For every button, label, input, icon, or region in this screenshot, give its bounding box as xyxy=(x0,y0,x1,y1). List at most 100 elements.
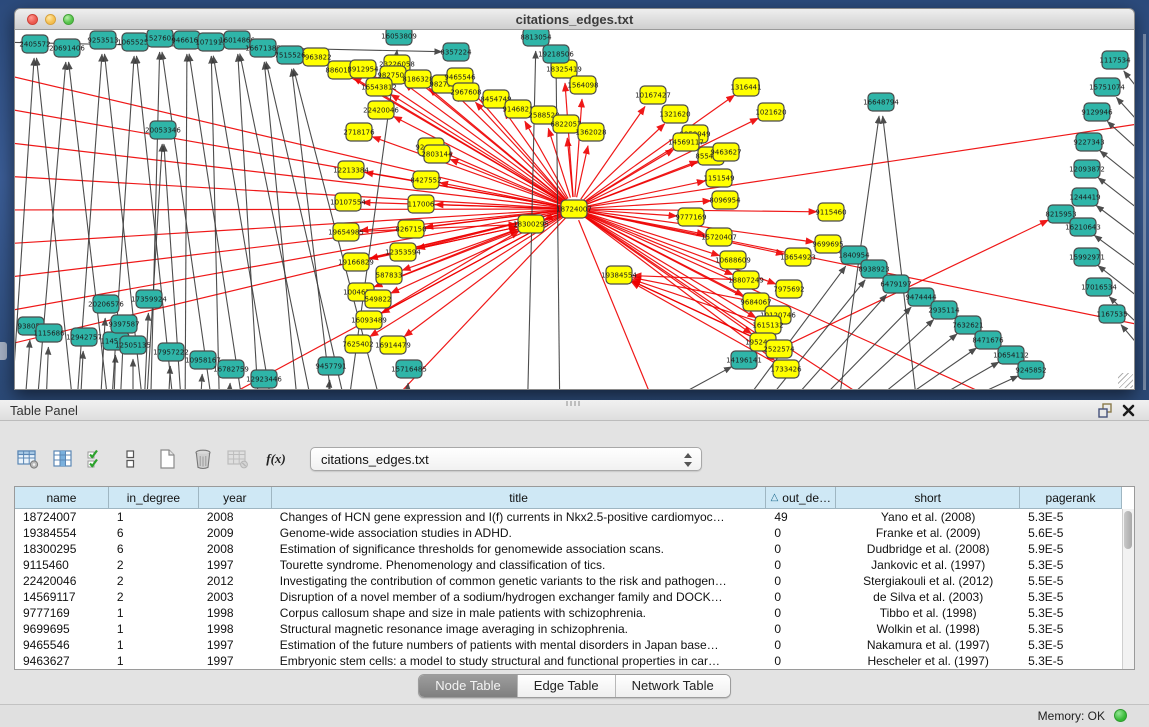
panel-divider-grip[interactable] xyxy=(566,401,582,406)
graph-node[interactable]: 7515526 xyxy=(274,46,306,64)
graph-node[interactable]: 22420046 xyxy=(363,101,399,119)
graph-node[interactable]: 17016534 xyxy=(1081,278,1117,296)
tab-node-table[interactable]: Node Table xyxy=(419,675,518,697)
table-cell[interactable]: Franke et al. (2009) xyxy=(836,525,1020,541)
graph-node[interactable]: 2718176 xyxy=(343,123,375,141)
table-cell[interactable]: 6 xyxy=(109,525,199,541)
scrollbar-thumb[interactable] xyxy=(1124,511,1132,549)
table-cell[interactable]: Yano et al. (2008) xyxy=(836,509,1020,525)
table-cell[interactable]: 9699695 xyxy=(15,621,109,637)
graph-node[interactable]: 16053809 xyxy=(381,30,417,45)
citation-edge[interactable] xyxy=(162,52,215,390)
graph-node[interactable]: 117006 xyxy=(408,195,435,213)
table-cell[interactable]: 0 xyxy=(766,589,836,605)
table-cell[interactable]: 5.3E-5 xyxy=(1020,557,1122,573)
citation-edge[interactable] xyxy=(415,227,518,249)
citation-edge[interactable] xyxy=(1098,178,1135,222)
graph-node[interactable]: 12942757 xyxy=(66,328,102,346)
graph-node[interactable]: 17957222 xyxy=(153,343,189,361)
graph-node[interactable]: 9245852 xyxy=(1015,361,1046,379)
graph-node[interactable]: 9115460 xyxy=(815,203,846,221)
table-cell[interactable]: 9463627 xyxy=(15,653,109,669)
citation-edge[interactable] xyxy=(575,99,582,197)
graph-node[interactable]: 8912954 xyxy=(347,60,379,78)
citation-edge[interactable] xyxy=(15,175,562,208)
float-panel-icon[interactable] xyxy=(1098,403,1113,418)
tab-network-table[interactable]: Network Table xyxy=(616,675,730,697)
table-cell[interactable]: 1997 xyxy=(199,557,272,573)
table-cell[interactable]: 9115460 xyxy=(15,557,109,573)
graph-node[interactable]: 16093489 xyxy=(351,311,387,329)
table-row[interactable]: 1456911722003Disruption of a novel membe… xyxy=(15,589,1122,605)
graph-node[interactable]: 10107554 xyxy=(330,193,366,211)
citation-edge[interactable] xyxy=(1124,71,1135,110)
table-cell[interactable]: 18300295 xyxy=(15,541,109,557)
table-cell[interactable]: Wolkin et al. (1998) xyxy=(836,621,1020,637)
table-cell[interactable]: 1 xyxy=(109,621,199,637)
citation-edge[interactable] xyxy=(881,362,999,390)
citation-edge[interactable] xyxy=(814,320,934,391)
column-header-out_de[interactable]: △out_de… xyxy=(766,487,836,509)
table-cell[interactable]: 5.5E-5 xyxy=(1020,573,1122,589)
table-cell[interactable]: Changes of HCN gene expression and I(f) … xyxy=(272,509,767,525)
graph-node[interactable]: 20206576 xyxy=(88,295,124,313)
function-builder-icon[interactable]: f(x) xyxy=(259,446,293,472)
table-row[interactable]: 969969511998Structural magnetic resonanc… xyxy=(15,621,1122,637)
table-cell[interactable]: Embryonic stem cells: a model to study s… xyxy=(272,653,767,669)
table-cell[interactable]: 5.3E-5 xyxy=(1020,605,1122,621)
citation-edge[interactable] xyxy=(1100,151,1135,195)
column-header-short[interactable]: short xyxy=(836,487,1020,509)
table-cell[interactable]: 1 xyxy=(109,653,199,669)
graph-node[interactable]: 9253513 xyxy=(87,31,118,49)
table-cell[interactable]: 5.6E-5 xyxy=(1020,525,1122,541)
graph-node[interactable]: 9699695 xyxy=(812,235,843,253)
graph-node[interactable]: 6479197 xyxy=(880,275,911,293)
table-cell[interactable]: Investigating the contribution of common… xyxy=(272,573,767,589)
citation-edge[interactable] xyxy=(15,209,562,210)
citation-edge[interactable] xyxy=(615,367,732,390)
table-cell[interactable]: 5.3E-5 xyxy=(1020,653,1122,669)
graph-node[interactable]: 16648794 xyxy=(863,93,899,111)
graph-node[interactable]: 8357224 xyxy=(440,43,472,61)
table-cell[interactable]: 5.3E-5 xyxy=(1020,637,1122,653)
graph-node[interactable]: 18724007 xyxy=(556,200,592,218)
graph-node[interactable]: 12353594 xyxy=(385,243,421,261)
table-cell[interactable]: 1 xyxy=(109,637,199,653)
graph-node[interactable]: 2405572 xyxy=(19,35,50,53)
table-cell[interactable]: 0 xyxy=(766,653,836,669)
graph-node[interactable]: 1151549 xyxy=(703,169,734,187)
table-cell[interactable]: de Silva et al. (2003) xyxy=(836,589,1020,605)
graph-node[interactable]: 1615132 xyxy=(752,316,783,334)
graph-node[interactable]: 9457791 xyxy=(315,357,346,375)
graph-node[interactable]: 16914479 xyxy=(375,336,411,354)
table-cell[interactable]: 1997 xyxy=(199,653,272,669)
citation-network-graph[interactable]: 1872400718300295193845547963822886012889… xyxy=(15,30,1135,390)
citation-edge[interactable] xyxy=(199,374,202,390)
create-table-icon[interactable] xyxy=(154,446,184,472)
close-panel-icon[interactable] xyxy=(1121,403,1136,418)
table-selector-dropdown[interactable]: citations_edges.txt xyxy=(310,447,702,471)
table-cell[interactable]: Tibbo et al. (1998) xyxy=(836,605,1020,621)
graph-node[interactable]: 1244419 xyxy=(1069,188,1100,206)
citation-edge[interactable] xyxy=(565,83,573,197)
citation-edge[interactable] xyxy=(15,210,562,245)
citation-edge[interactable] xyxy=(23,340,30,390)
graph-node[interactable]: 2803144 xyxy=(421,145,453,163)
graph-node[interactable]: 19166829 xyxy=(338,253,374,271)
graph-node[interactable]: 9227343 xyxy=(1073,133,1104,151)
graph-node[interactable]: 19218506 xyxy=(538,45,574,63)
network-window-titlebar[interactable]: citations_edges.txt xyxy=(14,8,1135,30)
select-rows-icon[interactable] xyxy=(84,446,114,472)
table-cell[interactable]: 0 xyxy=(766,573,836,589)
graph-node[interactable]: 14569117 xyxy=(668,133,704,151)
graph-node[interactable]: 12213384 xyxy=(333,161,369,179)
graph-node[interactable]: 12505135 xyxy=(115,336,151,354)
graph-node[interactable]: 17359924 xyxy=(131,290,167,308)
citation-edge[interactable] xyxy=(1116,97,1135,140)
graph-node[interactable]: 18300295 xyxy=(513,215,549,233)
citation-edge[interactable] xyxy=(1121,325,1135,365)
citation-edge[interactable] xyxy=(858,348,977,390)
citation-edge[interactable] xyxy=(189,54,245,390)
table-cell[interactable]: 14569117 xyxy=(15,589,109,605)
graph-node[interactable]: 16543812 xyxy=(361,78,397,96)
